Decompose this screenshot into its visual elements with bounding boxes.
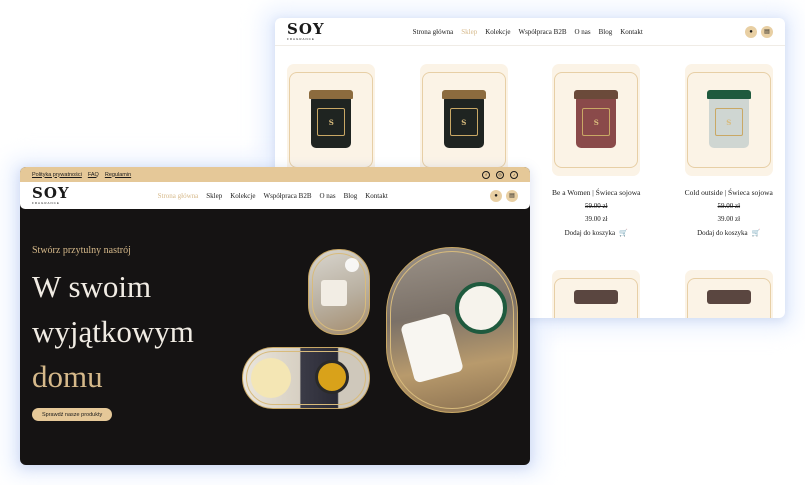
top-bar: Polityka prywatności FAQ Regulamin f ◎ ♪	[20, 167, 530, 182]
jar-lid	[574, 90, 619, 99]
privacy-policy-link[interactable]: Polityka prywatności	[32, 172, 82, 178]
candle-top	[315, 360, 349, 394]
add-to-cart-button[interactable]: Dodaj do koszyka 🛒	[565, 229, 628, 237]
candle-jar: S	[573, 90, 619, 150]
instagram-icon[interactable]: ◎	[496, 170, 504, 179]
product-image[interactable]	[684, 270, 773, 318]
add-to-cart-button[interactable]: Dodaj do koszyka 🛒	[697, 229, 760, 237]
logo-text: SOY	[287, 20, 325, 38]
product-name[interactable]: Cold outside | Świeca sojowa	[685, 188, 773, 197]
product-image[interactable]: S	[287, 64, 376, 176]
diffuser-bottle	[321, 280, 347, 306]
rose-shape	[251, 358, 291, 398]
nav-home[interactable]: Strona główna	[413, 28, 454, 36]
cart-icon[interactable]: ▤	[761, 25, 773, 38]
hero-header: SOY FRAGRANCE Strona główna Sklep Kolekc…	[20, 182, 530, 209]
product-image[interactable]: S	[552, 64, 641, 176]
product-name[interactable]: Be a Women | Świeca sojowa	[552, 188, 640, 197]
image-frame	[554, 278, 639, 318]
product-card[interactable]: S Be a Women | Świeca sojowa 59.00 zł 39…	[552, 64, 641, 237]
headline-line-3: domu	[32, 359, 103, 394]
nav-shop[interactable]: Sklep	[206, 192, 222, 200]
logo-text: SOY	[32, 184, 70, 202]
cart-icon: 🛒	[619, 229, 628, 237]
hero-tagline: Stwórz przytulny nastrój	[32, 245, 131, 256]
jar-label: S	[317, 108, 346, 136]
header-actions: ● ▤	[745, 25, 773, 38]
nav-b2b[interactable]: Współpraca B2B	[518, 28, 566, 36]
check-products-button[interactable]: Sprawdź nasze produkty	[32, 408, 113, 421]
faq-link[interactable]: FAQ	[88, 172, 99, 178]
jar-label: S	[582, 108, 611, 136]
brand-logo[interactable]: SOY FRAGRANCE	[32, 186, 70, 205]
user-icon[interactable]: ●	[745, 25, 757, 38]
logo-subtext: FRAGRANCE	[32, 201, 60, 205]
jar-label: S	[449, 108, 478, 136]
product-price: 39.00 zł	[717, 215, 741, 223]
diffuser-photo	[308, 249, 370, 335]
user-icon[interactable]: ●	[490, 189, 502, 202]
product-old-price: 59.00 zł	[717, 202, 741, 210]
add-to-cart-label: Dodaj do koszyka	[697, 229, 748, 237]
rose-candle-photo	[242, 347, 370, 409]
product-card[interactable]	[684, 270, 774, 318]
add-to-cart-label: Dodaj do koszyka	[564, 229, 616, 237]
social-links: f ◎ ♪	[482, 170, 518, 179]
nav-collections[interactable]: Kolekcje	[485, 28, 510, 36]
hero-headline: W swoim wyjątkowym domu	[32, 264, 194, 399]
terms-link[interactable]: Regulamin	[105, 172, 131, 178]
jar-label: S	[714, 108, 743, 136]
shop-header: SOY FRAGRANCE Strona główna Sklep Kolekc…	[275, 18, 785, 46]
jar-lid	[309, 90, 354, 99]
hero-window: Polityka prywatności FAQ Regulamin f ◎ ♪…	[20, 167, 530, 465]
nav-contact[interactable]: Kontakt	[620, 28, 643, 36]
brand-logo[interactable]: SOY FRAGRANCE	[287, 22, 325, 41]
headline-line-2: wyjątkowym	[32, 314, 194, 349]
hero-nav: Strona główna Sklep Kolekcje Współpraca …	[158, 192, 396, 200]
nav-contact[interactable]: Kontakt	[365, 192, 388, 200]
product-card[interactable]	[552, 270, 641, 318]
product-image[interactable]	[552, 270, 641, 318]
candle-jar: S	[308, 90, 354, 150]
nav-b2b[interactable]: Współpraca B2B	[263, 192, 311, 200]
jar-lid	[441, 90, 486, 99]
facebook-icon[interactable]: f	[482, 170, 490, 179]
cart-icon[interactable]: ▤	[506, 189, 518, 202]
product-image[interactable]: S	[684, 64, 773, 176]
nav-collections[interactable]: Kolekcje	[230, 192, 255, 200]
nav-blog[interactable]: Blog	[344, 192, 358, 200]
shop-nav: Strona główna Sklep Kolekcje Współpraca …	[413, 28, 651, 36]
nav-shop[interactable]: Sklep	[461, 28, 477, 36]
candles-photo	[386, 247, 518, 413]
product-image[interactable]: S	[419, 64, 508, 176]
headline-line-1: W swoim	[32, 269, 152, 304]
product-card[interactable]: S Cold outside | Świeca sojowa 59.00 zł …	[685, 64, 774, 237]
nav-blog[interactable]: Blog	[599, 28, 613, 36]
cart-icon: 🛒	[751, 229, 761, 237]
logo-subtext: FRAGRANCE	[287, 37, 315, 41]
candle-jar: S	[706, 90, 752, 150]
header-actions: ● ▤	[490, 189, 518, 202]
nav-about[interactable]: O nas	[574, 28, 590, 36]
candle-jar: S	[441, 90, 487, 150]
nav-home[interactable]: Strona główna	[158, 192, 199, 200]
green-candle	[455, 282, 507, 334]
tiktok-icon[interactable]: ♪	[510, 170, 518, 179]
jar-lid	[706, 90, 751, 99]
product-price: 39.00 zł	[584, 215, 608, 223]
nav-about[interactable]: O nas	[319, 192, 335, 200]
flower-shape	[345, 258, 359, 272]
image-frame	[686, 278, 771, 318]
product-old-price: 59.00 zł	[584, 202, 608, 210]
